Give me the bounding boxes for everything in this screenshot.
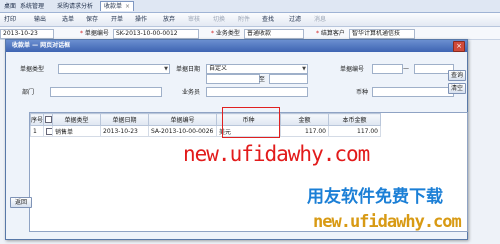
toolbar-open[interactable]: 开单 bbox=[111, 15, 123, 24]
doc-date-select[interactable]: 自定义 ▼ bbox=[206, 64, 308, 74]
col-select-all[interactable] bbox=[43, 113, 53, 126]
toolbar-operate[interactable]: 操作 bbox=[135, 15, 147, 24]
cell-select[interactable] bbox=[43, 125, 53, 137]
tab-system-admin[interactable]: 系统管理 bbox=[17, 2, 47, 11]
chevron-down-icon: ▼ bbox=[164, 66, 168, 72]
return-button[interactable]: 返回 bbox=[10, 197, 32, 208]
col-doc-no[interactable]: 单据编号 bbox=[148, 113, 217, 126]
tab-receipt-label: 收款单 bbox=[104, 3, 123, 10]
currency-label: 币种 bbox=[356, 89, 369, 96]
dialog-title: 收款单 — 网页对话框 bbox=[12, 42, 71, 49]
table-header-row: 序号 单据类型 单据日期 单据编号 币种 金额 本币金额 bbox=[30, 113, 381, 126]
col-seq: 序号 bbox=[30, 113, 44, 126]
watermark-red: new.ufidawhy.com bbox=[183, 142, 370, 166]
doc-date-value: 自定义 bbox=[209, 65, 228, 72]
toolbar-discard[interactable]: 放弃 bbox=[163, 15, 175, 24]
cell-doc-no: SA-2013-10-00-0026 bbox=[148, 125, 217, 137]
tab-receipt[interactable]: 收款单 × bbox=[100, 1, 135, 11]
header-customer-label-text: 结算客户 bbox=[320, 30, 345, 37]
dialog-title-bar[interactable]: 收款单 — 网页对话框 × bbox=[6, 40, 467, 52]
header-biz-type-label-text: 业务类型 bbox=[215, 30, 240, 37]
date-from-input[interactable] bbox=[206, 74, 260, 84]
watermark-blue: 用友软件免费下载 bbox=[307, 187, 443, 207]
query-dialog: 收款单 — 网页对话框 × 单据类型 ▼ 单据日期 自定义 ▼ 单据编号 — 至 … bbox=[5, 39, 468, 240]
col-local-amount[interactable]: 本币金额 bbox=[328, 113, 381, 126]
doc-date-label: 单据日期 bbox=[176, 66, 201, 73]
doc-type-select[interactable]: ▼ bbox=[58, 64, 170, 74]
header-customer-field[interactable]: 智华计算机通信技 bbox=[349, 29, 415, 39]
toolbar-find[interactable]: 查找 bbox=[262, 15, 274, 24]
toolbar-filter[interactable]: 过滤 bbox=[289, 15, 301, 24]
col-doc-date[interactable]: 单据日期 bbox=[100, 113, 149, 126]
query-button[interactable]: 查询 bbox=[448, 70, 466, 81]
cell-amount: 117.00 bbox=[280, 125, 329, 137]
header-doc-no-field[interactable]: SK-2013-10-00-0012 bbox=[113, 29, 199, 39]
checkbox[interactable] bbox=[46, 127, 52, 135]
currency-input[interactable] bbox=[372, 87, 454, 97]
col-amount[interactable]: 金额 bbox=[280, 113, 329, 126]
currency-highlight-box bbox=[222, 107, 280, 138]
toolbar-switch[interactable]: 切换 bbox=[213, 15, 225, 24]
header-doc-no-label: * 单据编号 bbox=[80, 29, 109, 38]
header-date-field[interactable]: 2013-10-23 bbox=[0, 29, 54, 39]
date-to-label: 至 bbox=[259, 76, 266, 83]
header-doc-no-label-text: 单据编号 bbox=[84, 30, 109, 37]
watermark-orange: new.ufidawhy.com bbox=[313, 212, 462, 232]
toolbar-audit[interactable]: 审核 bbox=[188, 15, 200, 24]
chevron-down-icon: ▼ bbox=[302, 66, 306, 72]
cell-local-amount: 117.00 bbox=[328, 125, 381, 137]
dept-label: 部门 bbox=[22, 89, 35, 96]
doc-no-label: 单据编号 bbox=[340, 66, 365, 73]
date-to-input[interactable] bbox=[269, 74, 308, 84]
close-tab-icon[interactable]: × bbox=[125, 3, 130, 10]
col-doc-type[interactable]: 单据类型 bbox=[52, 113, 101, 126]
toolbar-select[interactable]: 选单 bbox=[62, 15, 74, 24]
clear-button[interactable]: 清空 bbox=[448, 83, 466, 94]
toolbar-save[interactable]: 保存 bbox=[86, 15, 98, 24]
cell-doc-type: 销售单 bbox=[52, 125, 101, 137]
salesman-input[interactable] bbox=[206, 87, 308, 97]
table-row[interactable]: 1 销售单 2013-10-23 SA-2013-10-00-0026 美元 1… bbox=[30, 125, 381, 137]
doc-no-from-input[interactable] bbox=[372, 64, 403, 74]
header-biz-type-label: * 业务类型 bbox=[211, 29, 240, 38]
header-biz-type-field[interactable]: 普通收款 bbox=[244, 29, 304, 39]
salesman-label: 业务员 bbox=[182, 89, 201, 96]
cell-seq: 1 bbox=[30, 125, 44, 137]
doc-type-label: 单据类型 bbox=[20, 66, 45, 73]
checkbox[interactable] bbox=[44, 116, 52, 123]
toolbar-print[interactable]: 打印 bbox=[4, 15, 16, 24]
close-icon[interactable]: × bbox=[453, 41, 465, 52]
toolbar: 打印 输出 选单 保存 开单 操作 放弃 审核 切换 附件 查找 过滤 消息 bbox=[0, 13, 500, 27]
cell-doc-date: 2013-10-23 bbox=[100, 125, 149, 137]
result-table: 序号 单据类型 单据日期 单据编号 币种 金额 本币金额 1 销售单 2013-… bbox=[30, 113, 381, 137]
tab-purchase-analysis[interactable]: 采购请求分析 bbox=[54, 2, 96, 11]
app-tab-bar: 桌面 系统管理 采购请求分析 收款单 × bbox=[0, 0, 500, 13]
toolbar-attach[interactable]: 附件 bbox=[238, 15, 250, 24]
header-customer-label: * 结算客户 bbox=[316, 29, 345, 38]
toolbar-message[interactable]: 消息 bbox=[314, 15, 326, 24]
range-dash: — bbox=[403, 65, 409, 72]
dept-input[interactable] bbox=[50, 87, 162, 97]
toolbar-output[interactable]: 输出 bbox=[34, 15, 46, 24]
